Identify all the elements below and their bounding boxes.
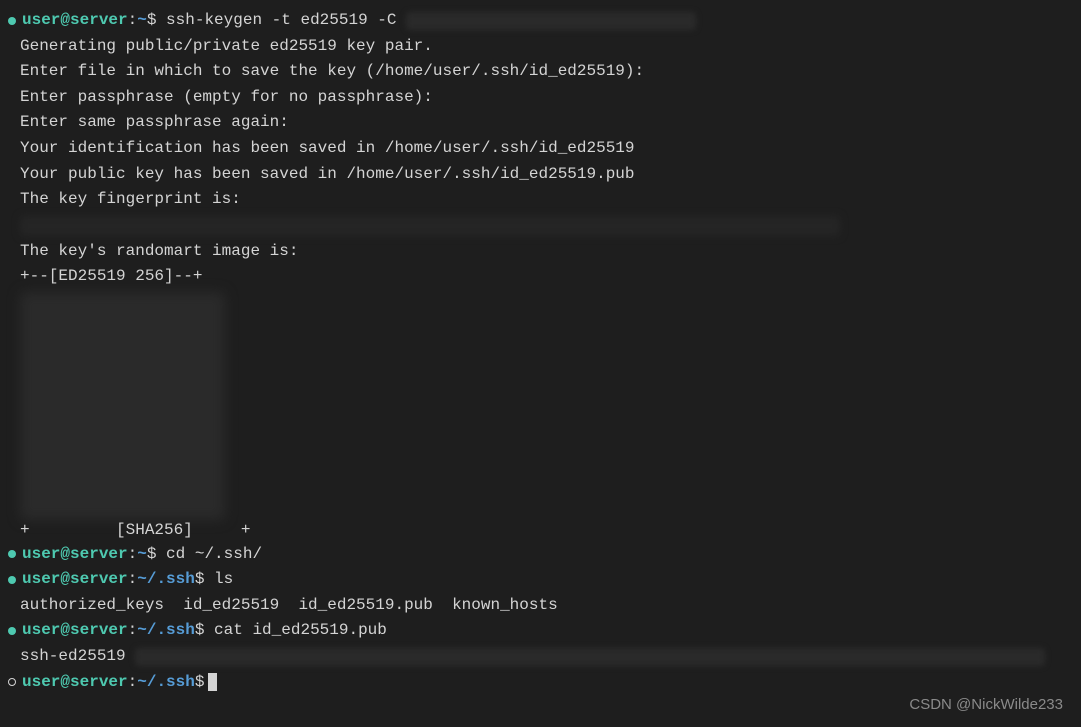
bullet-filled-icon: [8, 17, 16, 25]
command-text: cat id_ed25519.pub: [214, 618, 387, 644]
prompt-user: user@server: [22, 618, 128, 644]
watermark-text: CSDN @NickWilde233: [909, 693, 1063, 717]
prompt-path: ~: [137, 542, 147, 568]
command-text: ls: [214, 567, 233, 593]
output-line: Enter same passphrase again:: [0, 110, 1081, 136]
prompt-user: user@server: [22, 542, 128, 568]
output-line: The key fingerprint is:: [0, 187, 1081, 213]
bullet-filled-icon: [8, 576, 16, 584]
output-line: +--[ED25519 256]--+: [0, 264, 1081, 290]
redacted-pubkey: [135, 648, 1045, 666]
command-text: cd ~/.ssh/: [166, 542, 262, 568]
prompt-path: ~/.ssh: [137, 567, 195, 593]
prompt-line-1: user@server:~$ ssh-keygen -t ed25519 -C: [0, 8, 1081, 34]
redacted-randomart: [20, 292, 225, 520]
output-line: Your identification has been saved in /h…: [0, 136, 1081, 162]
output-line-sha: + [SHA256] +: [0, 518, 1081, 544]
prompt-user: user@server: [22, 8, 128, 34]
prompt-line-3: user@server:~/.ssh$ ls: [0, 567, 1081, 593]
prompt-user: user@server: [22, 670, 128, 696]
prompt-path: ~: [137, 8, 147, 34]
terminal-output[interactable]: user@server:~$ ssh-keygen -t ed25519 -C …: [0, 8, 1081, 695]
output-line: Your public key has been saved in /home/…: [0, 162, 1081, 188]
cat-output-line: ssh-ed25519: [0, 644, 1081, 670]
redacted-fingerprint: [20, 216, 840, 236]
redacted-email: [406, 12, 696, 30]
output-line: Generating public/private ed25519 key pa…: [0, 34, 1081, 60]
output-line: Enter passphrase (empty for no passphras…: [0, 85, 1081, 111]
prompt-line-4: user@server:~/.ssh$ cat id_ed25519.pub: [0, 618, 1081, 644]
prompt-line-2: user@server:~$ cd ~/.ssh/: [0, 542, 1081, 568]
prompt-line-5[interactable]: user@server:~/.ssh$: [0, 670, 1081, 696]
bullet-hollow-icon: [8, 678, 16, 686]
command-text: ssh-keygen -t ed25519 -C: [166, 8, 396, 34]
prompt-path: ~/.ssh: [137, 618, 195, 644]
prompt-path: ~/.ssh: [137, 670, 195, 696]
prompt-user: user@server: [22, 567, 128, 593]
ls-output: authorized_keys id_ed25519 id_ed25519.pu…: [0, 593, 1081, 619]
bullet-filled-icon: [8, 550, 16, 558]
bullet-filled-icon: [8, 627, 16, 635]
output-line: The key's randomart image is:: [0, 239, 1081, 265]
cursor-icon: [208, 673, 217, 691]
output-line: Enter file in which to save the key (/ho…: [0, 59, 1081, 85]
